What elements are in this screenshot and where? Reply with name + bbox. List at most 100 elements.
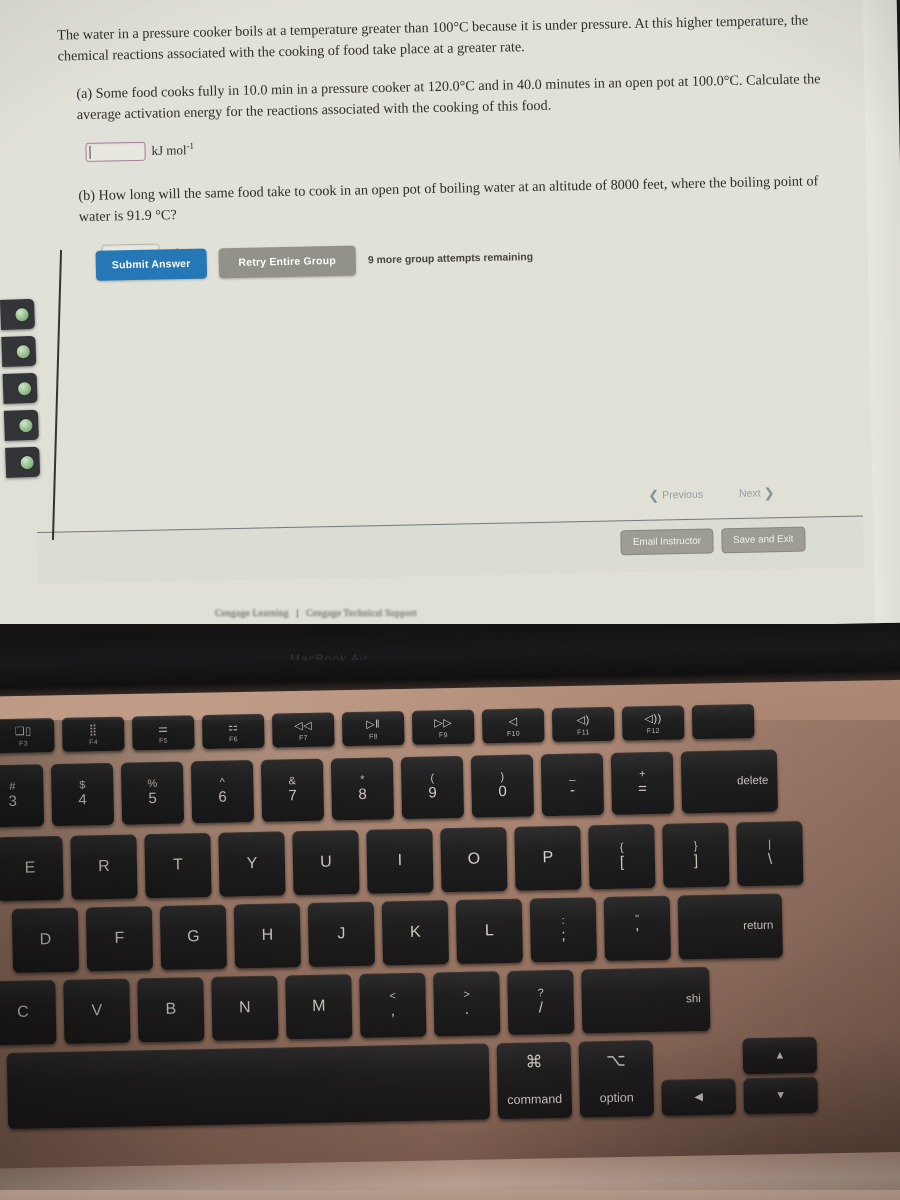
key-delete[interactable]: delete [680,749,779,814]
photo-of-laptop: Use the References to access important v… [0,0,900,1200]
key-fn-label: F6 [228,735,238,744]
key-shift-label: | [768,838,772,852]
key-7[interactable]: & 7 [260,758,325,822]
key-fn-label: F7 [298,734,308,742]
key-shift-label: $ [79,779,86,792]
key-fn-label: F10 [506,730,520,738]
key-f11[interactable]: ◁) F11 [551,706,615,743]
key-punct-.[interactable]: >. [433,971,501,1037]
key-p[interactable]: P [514,825,582,891]
keyboard-bottom-letter-row: C V B N M <, >.? / shi [0,966,711,1046]
key-i[interactable]: I [366,828,434,894]
key-shift-label: ? [537,987,544,1000]
previous-link[interactable]: ❮ Previous [648,487,703,504]
key-label: B [165,1000,177,1018]
answer-input-a[interactable] [85,141,146,162]
browser-tab[interactable] [5,446,41,478]
key-semicolon-quote[interactable]: :; [529,897,597,963]
key-punct-/[interactable]: ? / [507,969,575,1035]
retry-entire-group-button[interactable]: Retry Entire Group [218,245,357,279]
key-n[interactable]: N [211,975,279,1041]
key-shift-right[interactable]: shi [581,966,711,1034]
key-label: M [311,997,326,1015]
key-u[interactable]: U [292,829,360,896]
key-label: return [743,919,774,933]
key-6[interactable]: ^ 6 [190,760,255,824]
key-label: R [98,857,110,876]
key-b[interactable]: B [137,977,205,1043]
key-shift-label: } [693,840,698,853]
key-f5[interactable]: ⚌ F5 [131,715,195,751]
keyboard-space-row: ⌘ command ⌥ option ◀ ▲ ▼ [6,1036,819,1130]
key-3[interactable]: #3 [0,764,45,828]
key-h[interactable]: H [233,903,302,969]
key-e[interactable]: E [0,835,64,902]
key-shift-label: _ [569,769,576,783]
key-shift-label: : [561,915,565,928]
key-v[interactable]: V [63,978,131,1044]
key-r[interactable]: R [70,834,138,900]
key-f4[interactable]: ⣿ F4 [61,716,125,752]
key-f9[interactable]: ▷▷ F9 [411,709,475,745]
browser-tab[interactable] [3,409,39,441]
save-and-exit-button[interactable]: Save and Exit [720,526,806,554]
key-=[interactable]: + = [610,751,675,815]
submit-answer-button[interactable]: Submit Answer [95,248,207,281]
key-f6[interactable]: ⚏ F6 [201,713,265,750]
key-base-label: / [538,999,544,1017]
key-j[interactable]: J [307,901,376,967]
key-arrow-down[interactable]: ▼ [743,1076,819,1115]
key-o[interactable]: O [440,826,508,893]
key-][interactable]: }] [662,822,730,888]
key-4[interactable]: $4 [50,762,115,827]
question-part-b: (b) How long will the same food take to … [78,173,819,226]
key-semicolon-quote[interactable]: " ' [603,895,671,962]
key-punct-,[interactable]: <, [359,972,427,1038]
key-label: H [261,926,274,944]
next-link[interactable]: Next ❯ [739,485,775,502]
email-instructor-button[interactable]: Email Instructor [620,528,714,556]
key-fn-label: F11 [577,728,590,737]
key-5[interactable]: % 5 [120,761,185,825]
key-f7[interactable]: ◁◁ F7 [271,712,335,748]
key--[interactable]: _ - [540,753,605,817]
keyboard-number-row: #3 $4% 5 ^ 6 & 7 * 8(9) 0 _ - + = delete [0,749,779,828]
cengage-learning-link[interactable]: Cengage Learning [215,608,289,619]
key-option-right[interactable]: ⌥ option [578,1040,655,1118]
key-g[interactable]: G [159,904,228,970]
key-f[interactable]: F [85,906,154,972]
key-touch-id[interactable] [691,703,755,740]
browser-tab[interactable] [2,372,38,404]
key-9[interactable]: (9 [400,755,465,820]
key-arrow-left[interactable]: ◀ [661,1078,737,1116]
key-f12[interactable]: ◁)) F12 [621,705,685,741]
key-arrow-up[interactable]: ▲ [742,1036,818,1075]
key-m[interactable]: M [285,974,353,1040]
key-y[interactable]: Y [218,831,286,897]
key-c[interactable]: C [0,980,57,1046]
key-0[interactable]: ) 0 [470,754,535,818]
key-command-right[interactable]: ⌘ command [496,1041,573,1120]
cengage-technical-support-link[interactable]: Cengage Technical Support [306,608,417,619]
key-f3[interactable]: ❑▯ F3 [0,718,55,754]
favicon-icon [16,344,31,358]
key-space[interactable] [6,1043,491,1130]
key-fn-label: F9 [438,731,448,739]
key-[[interactable]: {[ [588,824,656,890]
key-return[interactable]: return [677,893,783,960]
key-\[interactable]: | \ [736,821,804,887]
browser-tab[interactable] [1,335,37,367]
key-base-label: 6 [218,789,227,807]
key-k[interactable]: K [381,900,449,966]
key-media-icon: ◁ [508,715,518,728]
key-shift-label: ^ [219,776,226,790]
key-label: P [542,849,554,867]
key-t[interactable]: T [144,832,212,899]
browser-tab[interactable] [0,298,36,330]
answer-a-unit: kJ mol-1 [151,140,195,159]
key-d[interactable]: D [11,907,80,973]
key-f10[interactable]: ◁ F10 [481,708,545,744]
key-f8[interactable]: ▷ǁ F8 [341,711,405,747]
key-l[interactable]: L [455,898,523,964]
key-8[interactable]: * 8 [330,757,395,821]
